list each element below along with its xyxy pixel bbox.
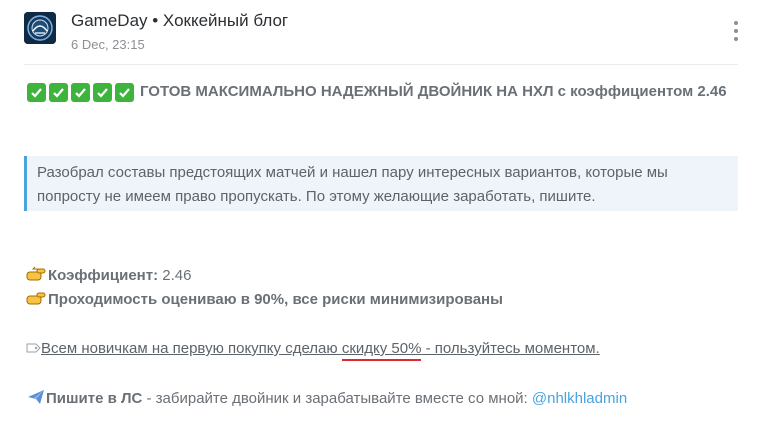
post-quote: Разобрал составы предстоящих матчей и на…: [24, 156, 738, 211]
pointing-hand-icon: [26, 292, 46, 305]
dm-text: - забирайте двойник и зарабатывайте вмес…: [142, 390, 532, 407]
post-quote-text: Разобрал составы предстоящих матчей и на…: [37, 164, 668, 205]
header-divider: [24, 64, 738, 65]
check-marks: [27, 83, 134, 102]
pass-rate-line: Проходимость оцениваю в 90%, все риски м…: [26, 290, 503, 308]
label-tag-icon: [26, 343, 41, 353]
post-title-text: ГОТОВ МАКСИМАЛЬНО НАДЕЖНЫЙ ДВОЙНИК НА НХ…: [140, 83, 727, 100]
pointing-hand-icon: [26, 266, 46, 281]
check-mark-icon: [27, 83, 46, 102]
more-vertical-icon[interactable]: [729, 21, 743, 41]
promo-link[interactable]: Всем новичкам на первую покупку сделаю с…: [41, 340, 600, 357]
check-mark-icon: [71, 83, 90, 102]
team-logo-icon: [24, 12, 56, 44]
channel-name[interactable]: GameDay • Хоккейный блог: [71, 11, 288, 31]
post-timestamp: 6 Dec, 23:15: [71, 37, 145, 52]
check-mark-icon: [49, 83, 68, 102]
post-card: GameDay • Хоккейный блог 6 Dec, 23:15 ГО…: [0, 0, 762, 421]
promo-discount: скидку 50%: [341, 340, 422, 357]
odds-value: 2.46: [162, 267, 192, 284]
promo-line: Всем новичкам на первую покупку сделаю с…: [26, 340, 600, 357]
dm-label: Пишите в ЛС: [46, 390, 143, 407]
airplane-icon: [28, 390, 44, 404]
admin-handle-link[interactable]: @nhlkhladmin: [532, 390, 627, 407]
odds-label: Коэффициент:: [48, 267, 159, 284]
pass-rate-text: Проходимость оцениваю в 90%, все риски м…: [48, 291, 503, 308]
check-mark-icon: [93, 83, 112, 102]
dm-line: Пишите в ЛС - забирайте двойник и зараба…: [26, 388, 627, 407]
channel-avatar[interactable]: [24, 12, 56, 44]
post-title: ГОТОВ МАКСИМАЛЬНО НАДЕЖНЫЙ ДВОЙНИК НА НХ…: [27, 78, 727, 105]
check-mark-icon: [115, 83, 134, 102]
odds-line: Коэффициент: 2.46: [26, 266, 191, 284]
